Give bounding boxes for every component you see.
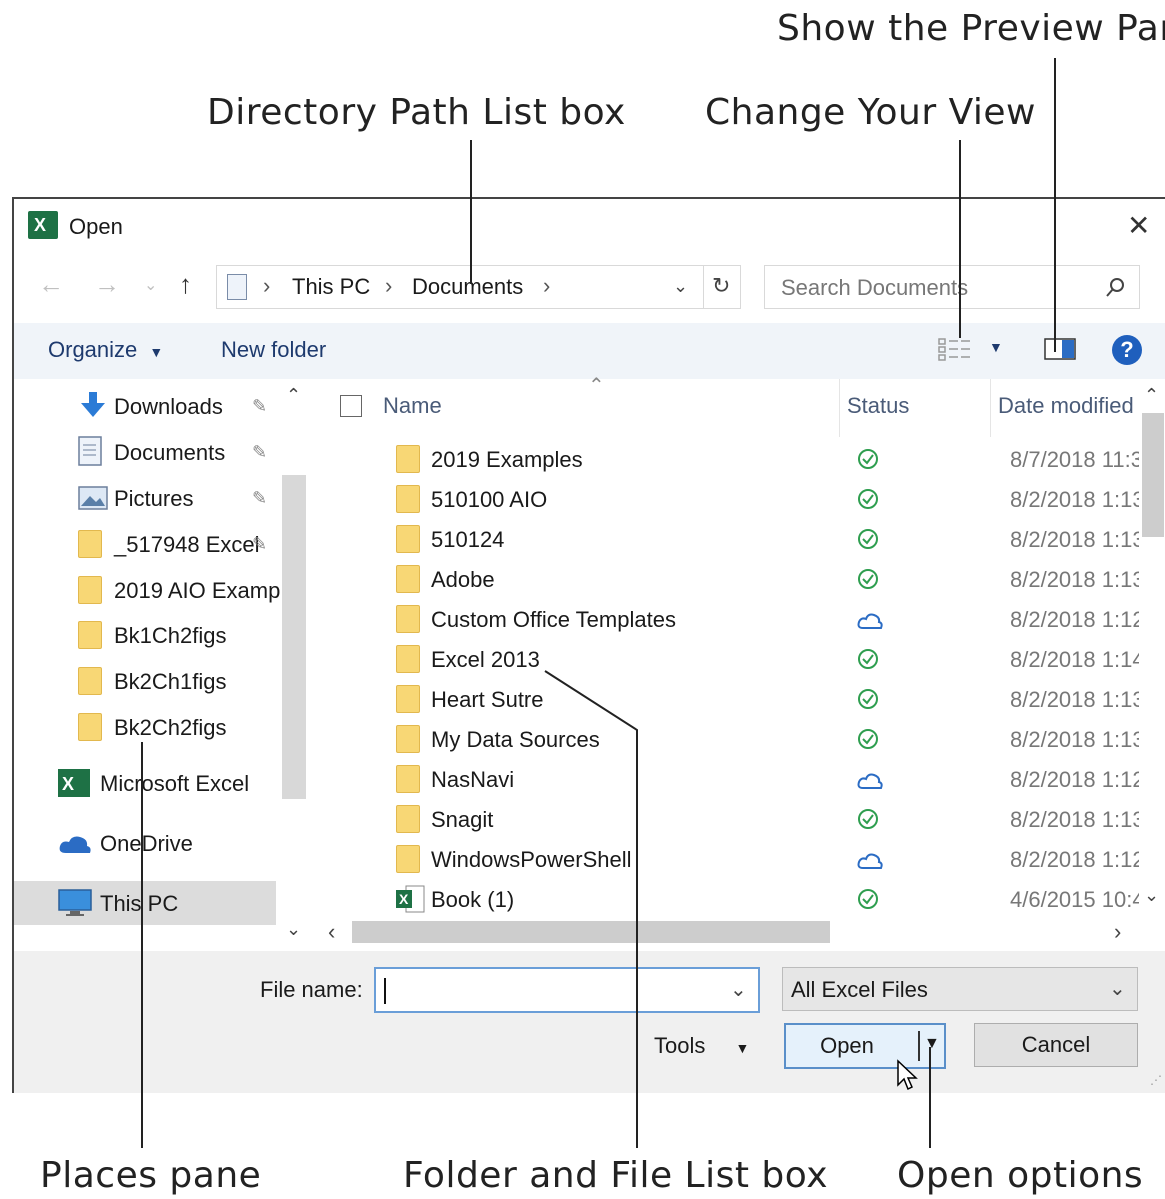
leader-line-folder-file-list: [544, 670, 638, 1148]
